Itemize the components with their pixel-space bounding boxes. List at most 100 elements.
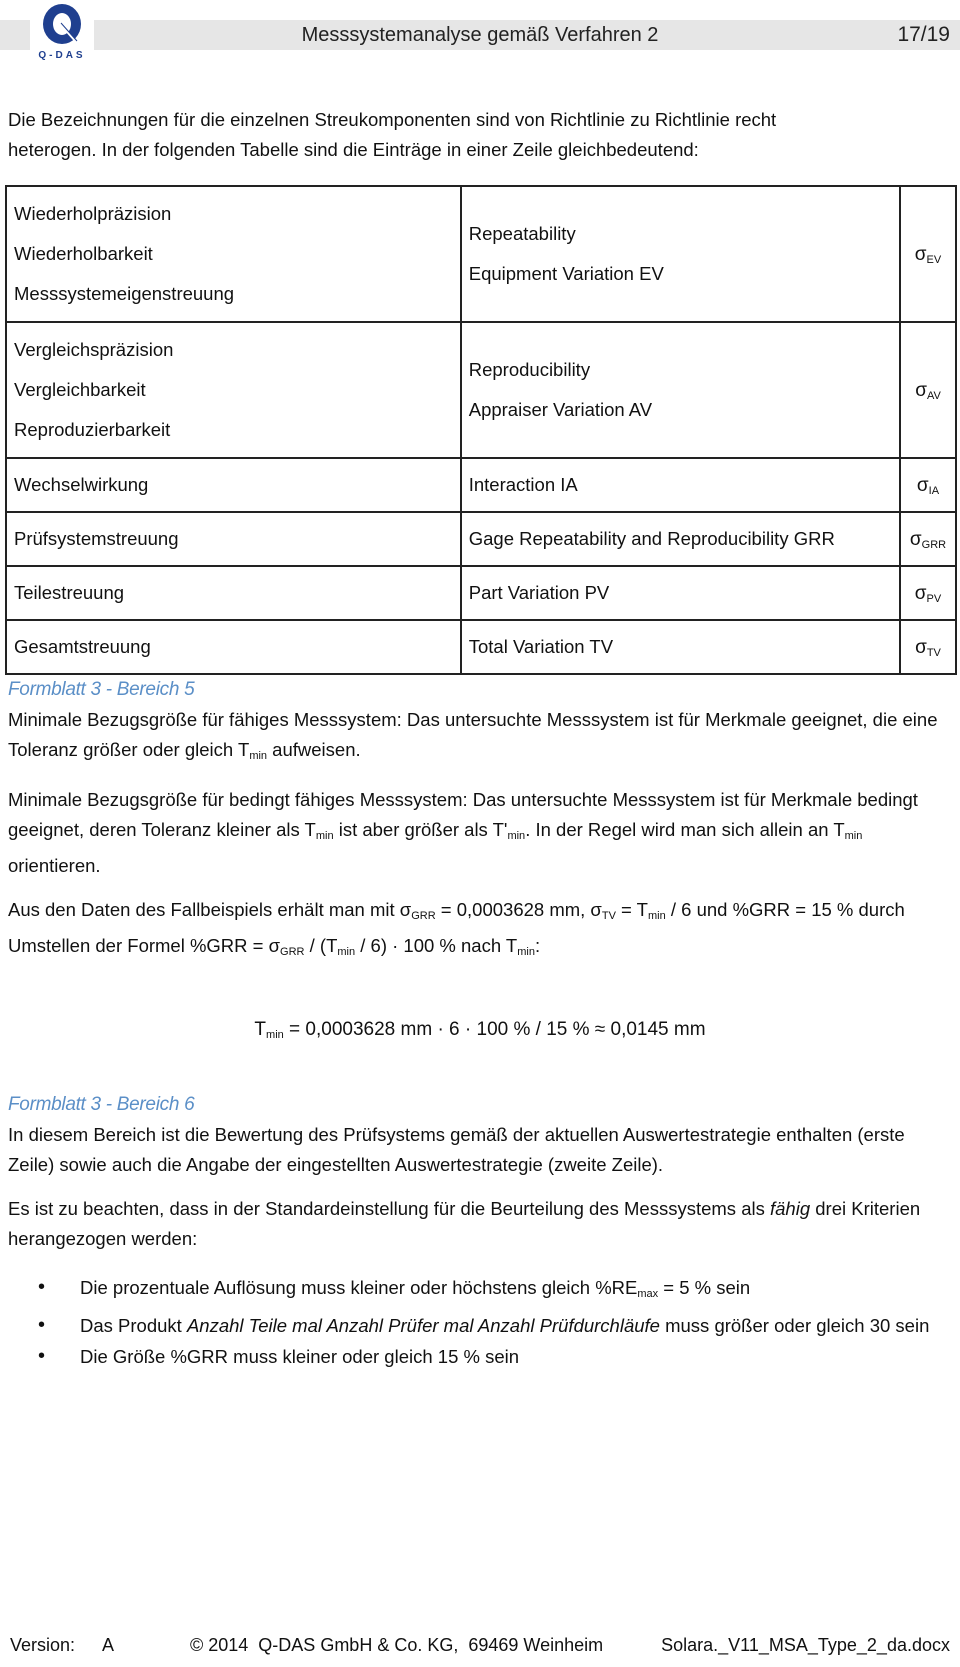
text: = 5 % sein xyxy=(658,1277,751,1298)
subscript: TV xyxy=(601,910,616,922)
german-term: Prüfsystemstreuung xyxy=(5,511,462,567)
sigma-symbol: σ xyxy=(916,474,929,496)
text: Es ist zu beachten, dass in der Standard… xyxy=(8,1198,770,1219)
section-heading-bereich-5: Formblatt 3 - Bereich 5 xyxy=(8,679,195,700)
english-term: Part Variation PV xyxy=(459,565,902,621)
emphasis: Anzahl Teile mal Anzahl Prüfer mal Anzah… xyxy=(186,1315,660,1336)
sigma-symbol: σ xyxy=(909,528,922,550)
english-terms-cell: Repeatability Equipment Variation EV xyxy=(459,185,902,323)
english-term: Gage Repeatability and Reproducibility G… xyxy=(459,511,902,567)
text: = 0,0003628 mm · 6 · 100 % / 15 % ≈ 0,01… xyxy=(283,1019,706,1040)
german-term: Messsystemeigenstreuung xyxy=(14,283,235,304)
list-item: Die prozentuale Auflösung muss kleiner o… xyxy=(38,1272,952,1310)
english-term: Reproducibility xyxy=(468,359,591,380)
subscript: min xyxy=(517,946,535,958)
list-item: Die Größe %GRR muss kleiner oder gleich … xyxy=(38,1341,952,1372)
version-label: Version: xyxy=(10,1635,76,1655)
german-terms-cell: Wiederholpräzision Wiederholbarkeit Mess… xyxy=(5,185,462,323)
symbol-cell: σEV xyxy=(899,185,957,323)
subscript: min xyxy=(844,830,863,842)
text: : xyxy=(534,935,541,956)
symbol-cell: σGRR xyxy=(899,511,957,567)
symbol-subscript: IA xyxy=(928,484,940,497)
table-row: Prüfsystemstreuung Gage Repeatability an… xyxy=(5,511,957,567)
german-terms-cell: Vergleichspräzision Vergleichbarkeit Rep… xyxy=(5,321,462,459)
emphasis: fähig xyxy=(770,1198,811,1219)
text: Das Produkt xyxy=(80,1315,187,1336)
text: T xyxy=(254,1019,267,1040)
intro-paragraph: Die Bezeichnungen für die einzelnen Stre… xyxy=(8,105,952,165)
english-term: Total Variation TV xyxy=(459,619,902,675)
subscript: min xyxy=(647,910,666,922)
table-row: Wechselwirkung Interaction IA σIA xyxy=(5,457,957,513)
subscript: min xyxy=(507,830,526,842)
text: aufweisen. xyxy=(267,739,361,760)
symbol-subscript: TV xyxy=(926,646,941,659)
version-value: A xyxy=(102,1635,115,1655)
german-term: Teilestreuung xyxy=(5,565,462,621)
tmin-formula: Tmin = 0,0003628 mm · 6 · 100 % / 15 % ≈… xyxy=(8,1015,952,1050)
text: = T xyxy=(615,899,648,920)
subscript: min xyxy=(266,1029,284,1041)
subscript: min xyxy=(249,750,268,762)
text: ist aber größer als T' xyxy=(333,819,508,840)
svg-text:Q-DAS: Q-DAS xyxy=(38,50,85,61)
text: Aus den Daten des Fallbeispiels erhält m… xyxy=(8,899,412,920)
subscript: min xyxy=(315,830,334,842)
symbol-subscript: AV xyxy=(926,389,941,402)
english-term: Equipment Variation EV xyxy=(468,263,664,284)
sigma-symbol: σ xyxy=(915,636,927,658)
paragraph-tmin-conditional: Minimale Bezugsgröße für bedingt fähiges… xyxy=(8,785,952,881)
intro-line-2: heterogen. In der folgenden Tabelle sind… xyxy=(8,139,699,160)
paragraph-tmin-capable: Minimale Bezugsgröße für fähiges Messsys… xyxy=(8,705,952,771)
sigma-symbol: σ xyxy=(914,582,927,604)
symbol-subscript: PV xyxy=(926,592,942,605)
page-footer: Version: A © 2014 Q-DAS GmbH & Co. KG, 6… xyxy=(10,1635,950,1661)
text: / (T xyxy=(304,935,338,956)
paragraph-criteria-intro: Es ist zu beachten, dass in der Standard… xyxy=(8,1194,952,1254)
symbol-cell: σPV xyxy=(899,565,957,621)
symbol-cell: σAV xyxy=(899,321,957,459)
german-term: Vergleichbarkeit xyxy=(14,379,146,400)
terms-table: Wiederholpräzision Wiederholbarkeit Mess… xyxy=(5,185,957,675)
english-terms-cell: Reproducibility Appraiser Variation AV xyxy=(459,321,902,459)
sigma-symbol: σ xyxy=(915,379,927,401)
german-term: Reproduzierbarkeit xyxy=(14,419,171,440)
symbol-cell: σTV xyxy=(899,619,957,675)
table-row: Wiederholpräzision Wiederholbarkeit Mess… xyxy=(5,185,957,323)
text: Die prozentuale Auflösung muss kleiner o… xyxy=(80,1277,638,1298)
english-term: Appraiser Variation AV xyxy=(468,399,653,420)
german-term: Wiederholbarkeit xyxy=(14,243,153,264)
subscript: min xyxy=(337,946,356,958)
text: = 0,0003628 mm, σ xyxy=(435,899,602,920)
english-term: Interaction IA xyxy=(459,457,902,513)
copyright: © 2014 Q-DAS GmbH & Co. KG, 69469 Weinhe… xyxy=(190,1635,604,1655)
text: . In der Regel wird man sich allein an T xyxy=(525,819,845,840)
subscript: GRR xyxy=(280,946,305,958)
german-term: Vergleichspräzision xyxy=(14,339,174,360)
text: muss größer oder gleich 30 sein xyxy=(659,1315,930,1336)
table-row: Gesamtstreuung Total Variation TV σTV xyxy=(5,619,957,675)
german-term: Wechselwirkung xyxy=(5,457,462,513)
symbol-cell: σIA xyxy=(899,457,957,513)
text: Minimale Bezugsgröße für fähiges Messsys… xyxy=(8,709,938,760)
page-content: Die Bezeichnungen für die einzelnen Stre… xyxy=(5,105,957,1372)
table-row: Vergleichspräzision Vergleichbarkeit Rep… xyxy=(5,321,957,459)
sigma-symbol: σ xyxy=(914,243,927,265)
table-row: Teilestreuung Part Variation PV σPV xyxy=(5,565,957,621)
german-term: Gesamtstreuung xyxy=(5,619,462,675)
english-term: Repeatability xyxy=(468,223,576,244)
list-item: Das Produkt Anzahl Teile mal Anzahl Prüf… xyxy=(38,1310,952,1341)
paragraph-evaluation: In diesem Bereich ist die Bewertung des … xyxy=(8,1124,905,1175)
text: orientieren. xyxy=(8,855,101,876)
intro-line-1: Die Bezeichnungen für die einzelnen Stre… xyxy=(8,109,777,130)
page-number: 17/19 xyxy=(897,23,950,46)
symbol-subscript: EV xyxy=(926,253,942,266)
paragraph-example-data: Aus den Daten des Fallbeispiels erhält m… xyxy=(8,895,952,967)
section-heading-bereich-6: Formblatt 3 - Bereich 6 xyxy=(8,1094,195,1115)
subscript: GRR xyxy=(411,910,436,922)
symbol-subscript: GRR xyxy=(921,538,947,551)
subscript: max xyxy=(637,1288,659,1300)
text: / 6) · 100 % nach T xyxy=(355,935,518,956)
filename: Solara._V11_MSA_Type_2_da.docx xyxy=(661,1635,950,1655)
